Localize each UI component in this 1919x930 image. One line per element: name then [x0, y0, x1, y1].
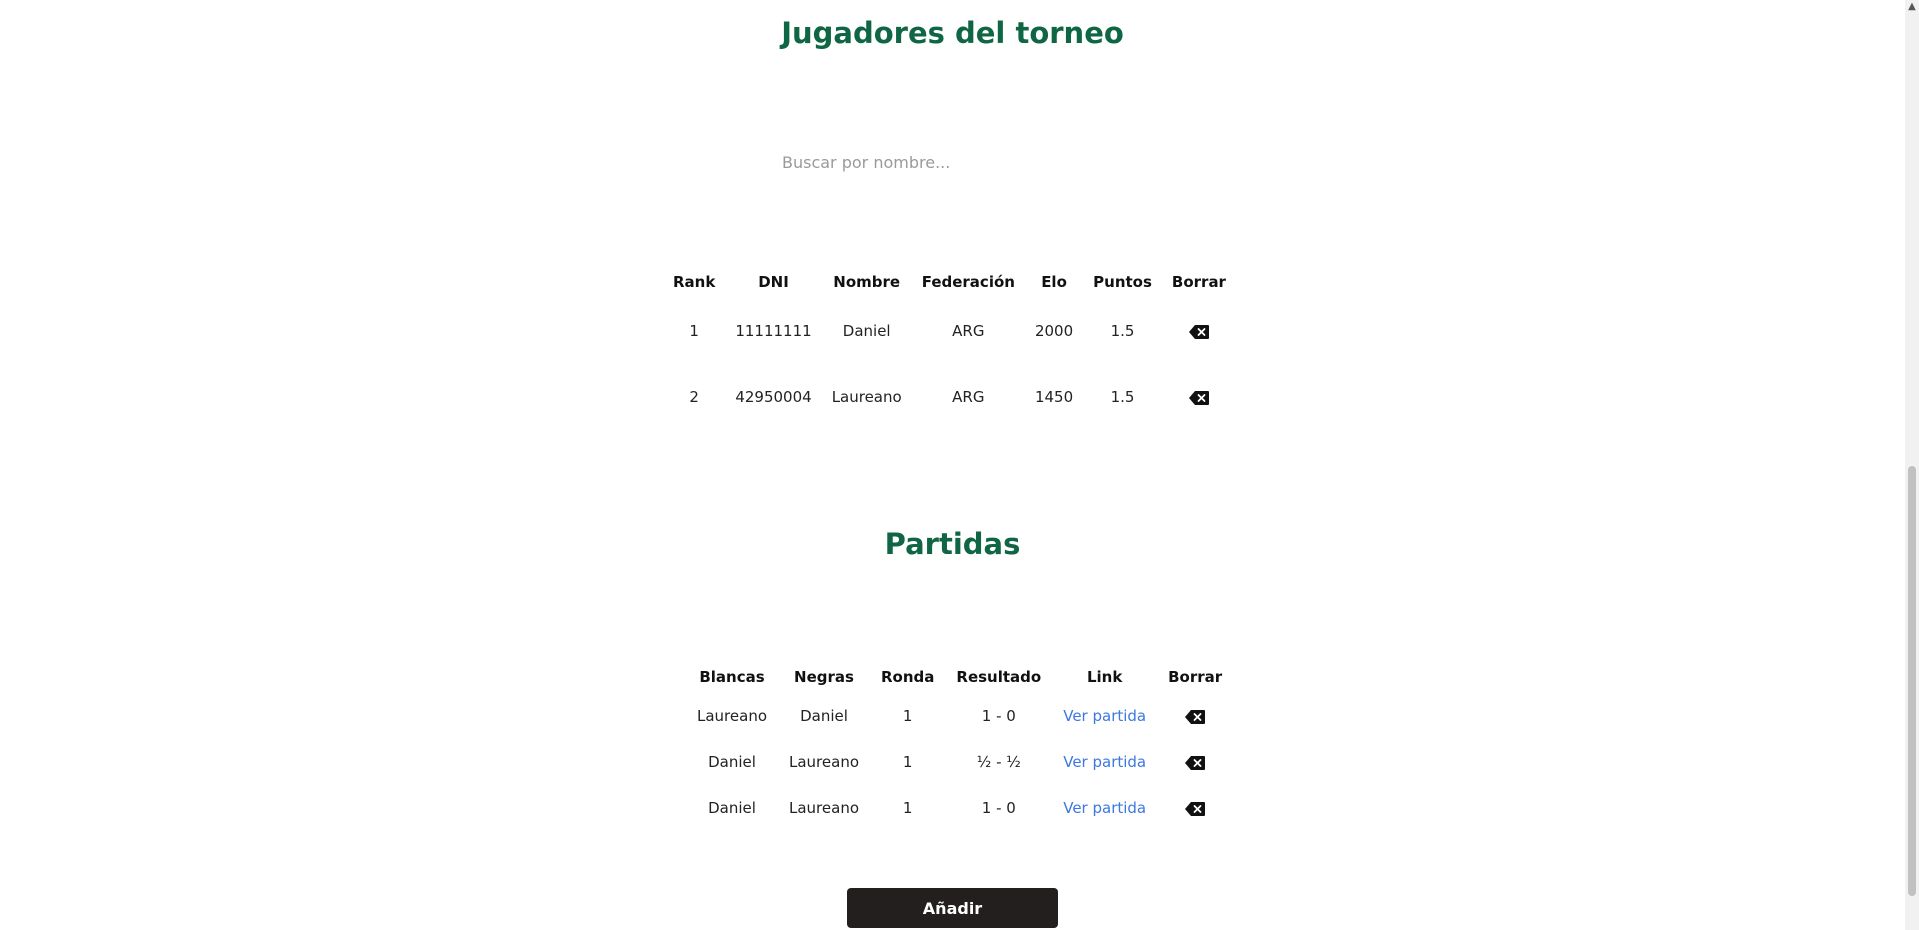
view-game-link[interactable]: Ver partida	[1063, 799, 1146, 817]
link-cell: Ver partida	[1052, 785, 1157, 831]
scrollbar-thumb[interactable]	[1908, 466, 1916, 896]
player-federation: ARG	[952, 388, 985, 406]
players-header-row: Rank DNI Nombre Federación Elo Puntos Bo…	[663, 266, 1236, 298]
page: Jugadores del torneo Rank DNI Nombre Fed…	[0, 0, 1905, 930]
delete-cell	[1157, 785, 1233, 831]
table-row: 2 42950004 Laureano ARG 1450 1.5	[663, 364, 1236, 430]
delete-cell	[1162, 364, 1236, 430]
player-dni: 42950004	[735, 388, 812, 406]
column-header-elo: Elo	[1041, 273, 1067, 291]
game-white: Daniel	[708, 799, 756, 817]
backspace-delete-icon[interactable]	[1188, 390, 1209, 405]
column-header-white: Blancas	[699, 667, 765, 686]
table-row: Laureano Daniel 1 1 - 0 Ver partida	[686, 693, 1233, 739]
column-header-black: Negras	[794, 667, 854, 686]
game-round: 1	[902, 753, 913, 771]
games-header-row: Blancas Negras Ronda Resultado Link Borr…	[686, 660, 1233, 693]
game-black: Daniel	[800, 707, 848, 725]
add-button[interactable]: Añadir	[847, 888, 1058, 928]
player-points: 1.5	[1110, 322, 1135, 340]
players-heading: Jugadores del torneo	[781, 16, 1124, 50]
games-heading: Partidas	[884, 527, 1021, 561]
game-round: 1	[902, 799, 913, 817]
player-name: Daniel	[842, 322, 891, 340]
game-white: Daniel	[708, 753, 756, 771]
game-white: Laureano	[697, 707, 767, 725]
table-row: 1 11111111 Daniel ARG 2000 1.5	[663, 298, 1236, 364]
games-table: Blancas Negras Ronda Resultado Link Borr…	[686, 660, 1233, 831]
view-game-link[interactable]: Ver partida	[1063, 753, 1146, 771]
view-game-link[interactable]: Ver partida	[1063, 707, 1146, 725]
game-round: 1	[902, 707, 913, 725]
player-name: Laureano	[831, 388, 902, 406]
game-black: Laureano	[789, 753, 859, 771]
column-header-federation: Federación	[921, 273, 1015, 291]
search-input[interactable]	[780, 146, 1124, 178]
game-result: ½ - ½	[976, 753, 1021, 771]
player-rank: 1	[689, 322, 699, 340]
column-header-delete: Borrar	[1168, 667, 1223, 686]
backspace-delete-icon[interactable]	[1185, 801, 1206, 816]
player-points: 1.5	[1110, 388, 1135, 406]
link-cell: Ver partida	[1052, 739, 1157, 785]
link-cell: Ver partida	[1052, 693, 1157, 739]
backspace-delete-icon[interactable]	[1188, 324, 1209, 339]
vertical-scrollbar[interactable]: ▲	[1905, 0, 1919, 930]
table-row: Daniel Laureano 1 1 - 0 Ver partida	[686, 785, 1233, 831]
backspace-delete-icon[interactable]	[1185, 709, 1206, 724]
player-rank: 2	[689, 388, 699, 406]
player-federation: ARG	[952, 322, 985, 340]
player-elo: 2000	[1034, 322, 1074, 340]
backspace-delete-icon[interactable]	[1185, 755, 1206, 770]
table-row: Daniel Laureano 1 ½ - ½ Ver partida	[686, 739, 1233, 785]
game-result: 1 - 0	[981, 799, 1016, 817]
column-header-rank: Rank	[673, 273, 716, 291]
player-dni: 11111111	[735, 322, 812, 340]
column-header-round: Ronda	[881, 667, 935, 686]
players-table: Rank DNI Nombre Federación Elo Puntos Bo…	[663, 266, 1236, 430]
delete-cell	[1162, 298, 1236, 364]
delete-cell	[1157, 739, 1233, 785]
column-header-link: Link	[1086, 667, 1123, 686]
column-header-points: Puntos	[1093, 273, 1152, 291]
column-header-name: Nombre	[833, 273, 901, 291]
chevron-up-icon[interactable]: ▲	[1905, 0, 1919, 14]
column-header-result: Resultado	[956, 667, 1042, 686]
player-elo: 1450	[1034, 388, 1074, 406]
delete-cell	[1157, 693, 1233, 739]
game-black: Laureano	[789, 799, 859, 817]
game-result: 1 - 0	[981, 707, 1016, 725]
column-header-dni: DNI	[758, 273, 789, 291]
column-header-delete: Borrar	[1171, 273, 1226, 291]
